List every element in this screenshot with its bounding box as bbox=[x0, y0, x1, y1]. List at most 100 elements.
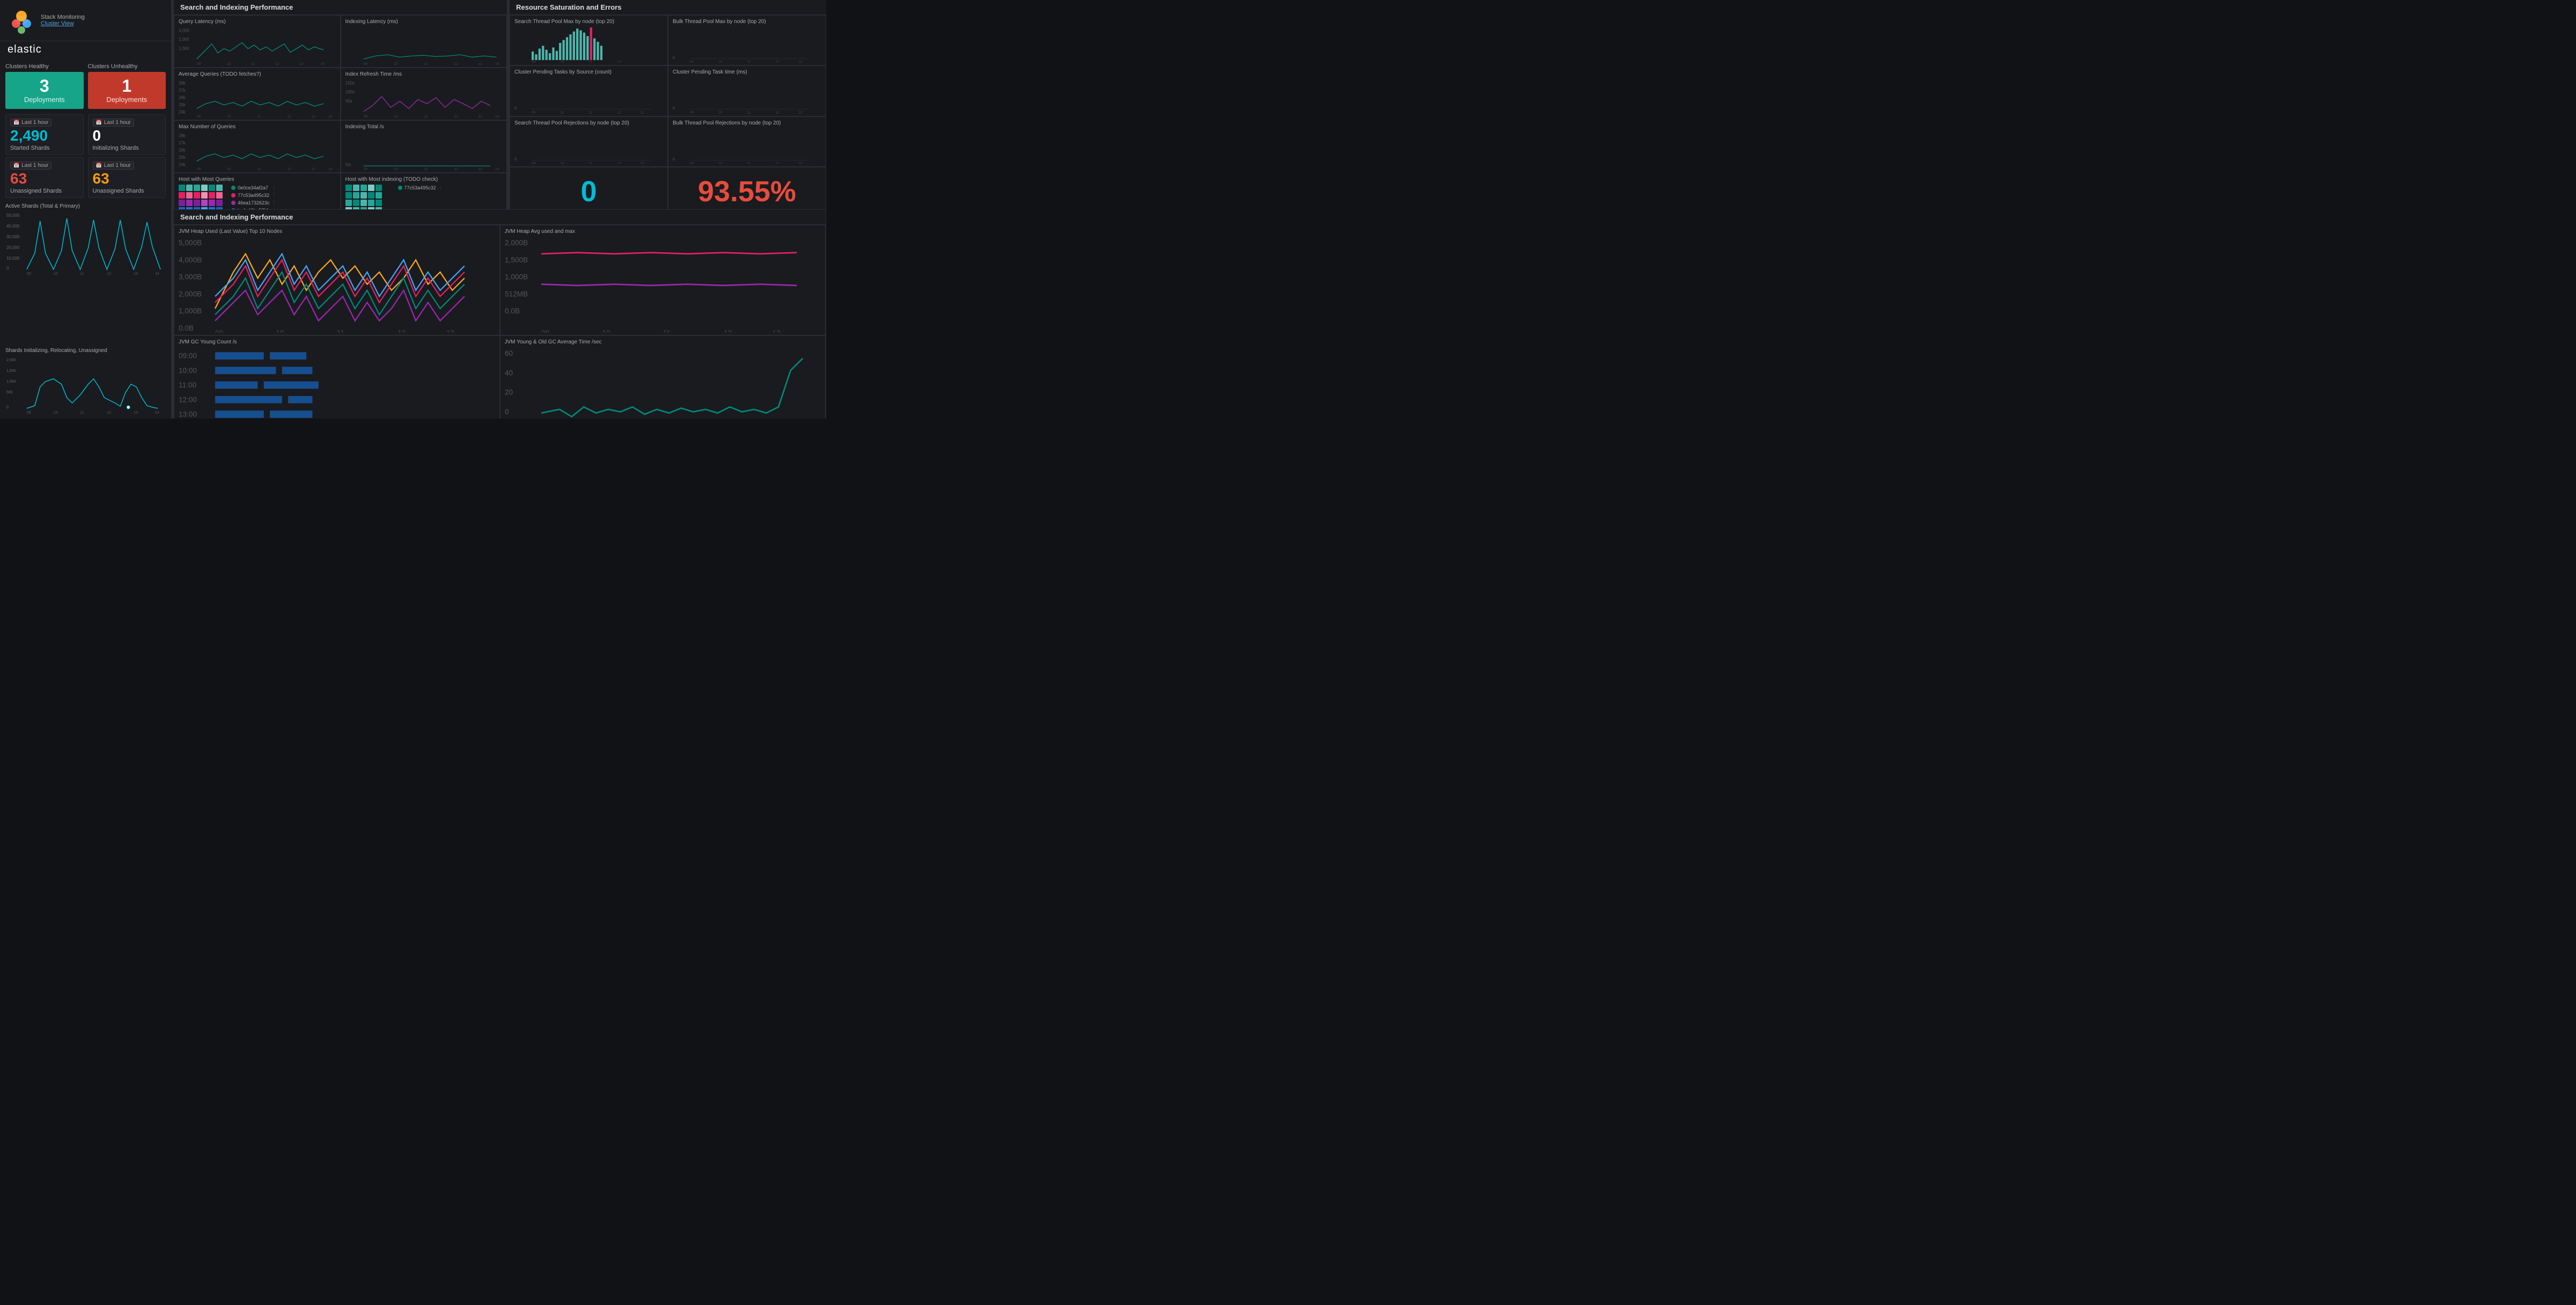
cluster-pending-time-cell: Cluster Pending Task time (ms) 0 09 10 1… bbox=[668, 65, 826, 116]
svg-text:11: 11 bbox=[80, 411, 84, 414]
svg-text:10: 10 bbox=[54, 272, 58, 275]
svg-text:09: 09 bbox=[197, 62, 201, 65]
svg-text:10: 10 bbox=[394, 167, 398, 170]
svg-text:11:00: 11:00 bbox=[179, 381, 196, 389]
svg-text:13: 13 bbox=[446, 328, 454, 332]
svg-text:2,000B: 2,000B bbox=[505, 239, 528, 247]
svg-text:26k: 26k bbox=[179, 148, 186, 153]
resource-header: Resource Saturation and Errors bbox=[510, 0, 826, 15]
svg-text:24k: 24k bbox=[179, 109, 186, 114]
svg-text:3,000: 3,000 bbox=[179, 28, 189, 33]
unassigned1-time[interactable]: 📅 Last 1 hour bbox=[10, 162, 51, 170]
svg-text:1,000B: 1,000B bbox=[505, 273, 528, 281]
svg-text:13: 13 bbox=[478, 167, 482, 170]
unassigned1-panel: 📅 Last 1 hour 63 Unassigned Shards bbox=[5, 157, 84, 198]
svg-text:25k: 25k bbox=[179, 102, 186, 107]
svg-text:12: 12 bbox=[288, 167, 292, 170]
jvm-gc-young-title: JVM GC Young Count /s bbox=[179, 339, 495, 345]
search-thread-max-cell: Search Thread Pool Max by node (top 20) bbox=[510, 15, 668, 65]
init-shards-time[interactable]: 📅 Last 1 hour bbox=[93, 119, 134, 127]
svg-text:100s: 100s bbox=[345, 90, 355, 94]
svg-text:09: 09 bbox=[690, 60, 694, 63]
host-indexing-title: Host with Most indexing (TODO check) bbox=[345, 177, 503, 182]
svg-text:09: 09 bbox=[541, 328, 549, 332]
svg-text:14: 14 bbox=[495, 62, 499, 65]
svg-text:20: 20 bbox=[505, 388, 513, 397]
svg-text:14: 14 bbox=[155, 272, 159, 275]
unassigned2-time[interactable]: 📅 Last 1 hour bbox=[93, 162, 134, 170]
initializing-value: 0 bbox=[93, 128, 161, 144]
svg-text:10: 10 bbox=[718, 111, 723, 114]
svg-text:11: 11 bbox=[663, 328, 670, 332]
stat-row-1: 📅 Last 1 hour 2,490 Started Shards 📅 Las… bbox=[5, 114, 166, 155]
clusters-healthy-label: Clusters Healthy bbox=[5, 63, 84, 70]
host-indexing-legend: 77c53a495c32 ⋮ bbox=[398, 185, 443, 209]
shards-init-chart: 2,000 1,500 1,000 500 0 09 10 11 12 13 1… bbox=[5, 355, 166, 415]
resource-charts-grid: Search Thread Pool Max by node (top 20) bbox=[510, 15, 826, 210]
svg-text:5,000B: 5,000B bbox=[179, 239, 202, 247]
svg-text:0/s: 0/s bbox=[345, 163, 351, 167]
sidebar-header: Stack Monitoring Cluster View bbox=[0, 0, 171, 41]
svg-text:12: 12 bbox=[454, 115, 458, 118]
host-queries-heatmap bbox=[179, 185, 227, 209]
svg-text:09: 09 bbox=[215, 328, 223, 332]
search-thread-rej-title: Search Thread Pool Rejections by node (t… bbox=[514, 120, 663, 126]
svg-text:12: 12 bbox=[617, 111, 622, 114]
search-perf-title: Search and Indexing Performance bbox=[180, 3, 293, 11]
unassigned2-value: 63 bbox=[93, 171, 161, 187]
svg-text:09: 09 bbox=[690, 111, 694, 114]
resource-title: Resource Saturation and Errors bbox=[516, 3, 622, 11]
svg-text:1,500: 1,500 bbox=[6, 369, 16, 373]
bottom-section: Search and Indexing Performance JVM Heap… bbox=[174, 210, 826, 419]
clusters-row: Clusters Healthy 3 Deployments Clusters … bbox=[0, 59, 171, 112]
cluster-unhealthy-card: 1 Deployments bbox=[88, 72, 166, 109]
app-link[interactable]: Cluster View bbox=[41, 20, 85, 27]
svg-text:20,000: 20,000 bbox=[6, 245, 20, 250]
cluster-unhealthy-count: 1 bbox=[122, 77, 131, 94]
svg-text:2,000B: 2,000B bbox=[179, 290, 202, 298]
started-shards-time[interactable]: 📅 Last 1 hour bbox=[10, 119, 51, 127]
bottom-charts-grid: JVM Heap Used (Last Value) Top 10 Nodes … bbox=[174, 225, 826, 419]
initializing-shards-panel: 📅 Last 1 hour 0 Initializing Shards bbox=[88, 114, 166, 155]
svg-text:2,000: 2,000 bbox=[179, 37, 189, 42]
svg-text:10: 10 bbox=[560, 162, 564, 164]
svg-text:14: 14 bbox=[155, 411, 159, 414]
unassigned2-panel: 📅 Last 1 hour 63 Unassigned Shards bbox=[88, 157, 166, 198]
svg-text:13: 13 bbox=[312, 167, 316, 170]
bulk-thread-rej-cell: Bulk Thread Pool Rejections by node (top… bbox=[668, 116, 826, 167]
cluster-healthy-count: 3 bbox=[40, 77, 49, 94]
svg-text:27k: 27k bbox=[179, 141, 186, 145]
svg-text:12: 12 bbox=[776, 162, 780, 164]
svg-text:0: 0 bbox=[673, 106, 675, 111]
svg-text:28k: 28k bbox=[179, 134, 186, 138]
svg-text:11: 11 bbox=[80, 272, 84, 275]
svg-text:09: 09 bbox=[363, 167, 367, 170]
svg-text:13: 13 bbox=[640, 111, 644, 114]
search-thread-rej-cell: Search Thread Pool Rejections by node (t… bbox=[510, 116, 668, 167]
svg-text:26k: 26k bbox=[179, 95, 186, 100]
cluster-unhealthy-sub: Deployments bbox=[106, 96, 147, 104]
svg-text:0: 0 bbox=[673, 55, 675, 60]
svg-text:28k: 28k bbox=[179, 80, 186, 85]
svg-text:512MB: 512MB bbox=[505, 290, 528, 298]
svg-text:13:00: 13:00 bbox=[179, 410, 197, 418]
svg-text:11: 11 bbox=[257, 167, 261, 170]
svg-text:12: 12 bbox=[617, 162, 622, 164]
svg-text:0.0B: 0.0B bbox=[179, 324, 194, 332]
svg-text:09: 09 bbox=[27, 272, 31, 275]
host-indexing-heatmap bbox=[345, 185, 394, 209]
query-latency-cell: Query Latency (ms) 3,000 2,000 1,000 09 … bbox=[174, 15, 341, 68]
svg-text:13: 13 bbox=[299, 62, 304, 65]
search-perf2-header: Search and Indexing Performance bbox=[174, 210, 826, 225]
sidebar: Stack Monitoring Cluster View elastic Cl… bbox=[0, 0, 172, 419]
svg-text:13: 13 bbox=[772, 328, 780, 332]
svg-text:13: 13 bbox=[478, 115, 482, 118]
svg-text:12:00: 12:00 bbox=[179, 395, 197, 404]
svg-text:13: 13 bbox=[134, 411, 138, 414]
cluster-pending-source-cell: Cluster Pending Tasks by Source (count) … bbox=[510, 65, 668, 116]
svg-text:10: 10 bbox=[560, 60, 564, 63]
svg-text:14: 14 bbox=[320, 62, 325, 65]
svg-text:0: 0 bbox=[505, 408, 509, 416]
svg-text:11: 11 bbox=[747, 111, 751, 114]
clusters-unhealthy-label: Clusters Unhealthy bbox=[88, 63, 166, 70]
